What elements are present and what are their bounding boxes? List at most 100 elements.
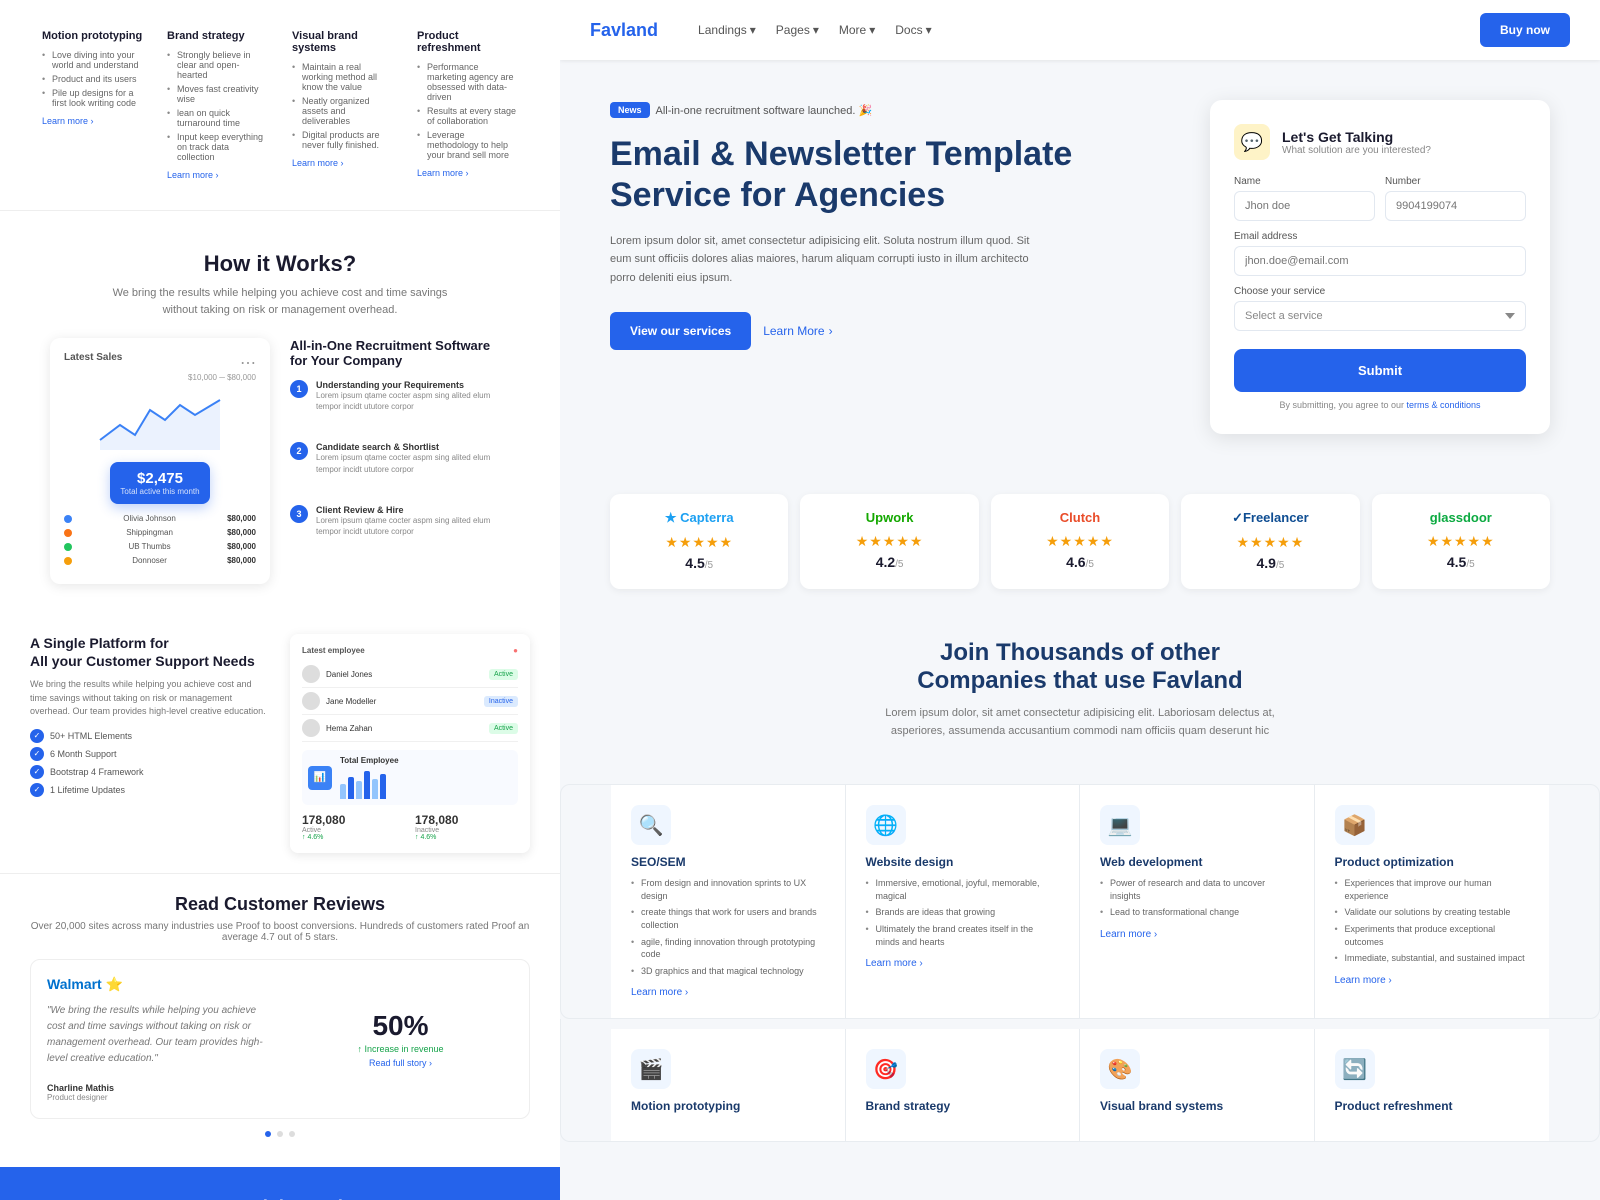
top-services: Motion prototyping Love diving into your… — [0, 0, 560, 211]
nav-docs[interactable]: Docs ▾ — [895, 23, 931, 37]
form-subtitle: What solution are you interested? — [1282, 145, 1431, 156]
chevron-down-icon: ▾ — [750, 23, 756, 37]
number-input[interactable] — [1385, 191, 1526, 221]
service-col-item: Product and its users — [42, 74, 143, 84]
read-full-link[interactable]: Read full story › — [288, 1058, 513, 1068]
dot-1[interactable] — [265, 1131, 271, 1137]
support-desc: We bring the results while helping you a… — [30, 678, 270, 719]
name-label: Name — [1234, 176, 1375, 187]
sales-name: Olivia Johnson — [78, 514, 221, 523]
arrow-icon: › — [829, 324, 833, 338]
step-content: Candidate search & Shortlist Lorem ipsum… — [316, 442, 510, 494]
support-widget: Latest employee ● Daniel Jones Active Ja… — [290, 634, 530, 853]
step-desc: Lorem ipsum qtame cocter aspm sing alite… — [316, 390, 510, 412]
view-services-button[interactable]: View our services — [610, 312, 751, 350]
submit-button[interactable]: Submit — [1234, 349, 1526, 392]
reviewer-name: Charline Mathis — [47, 1083, 272, 1093]
employee-name: Daniel Jones — [326, 670, 483, 679]
reviews-desc: Over 20,000 sites across many industries… — [30, 921, 530, 943]
service-col-title: Motion prototyping — [42, 30, 143, 42]
rating-logo: Upwork — [816, 510, 962, 525]
bottom-services-grid: 🎬 Motion prototyping🎯 Brand strategy🎨 Vi… — [560, 1019, 1600, 1142]
nav-landings[interactable]: Landings ▾ — [698, 23, 756, 37]
step-num: 2 — [290, 442, 308, 460]
email-input[interactable] — [1234, 246, 1526, 276]
service-learn-link[interactable]: Learn more › — [631, 987, 825, 998]
service-col-item: Input keep everything on track data coll… — [167, 132, 268, 162]
learn-more-link[interactable]: Learn more › — [417, 168, 518, 178]
service-col: Product refreshment Performance marketin… — [405, 20, 530, 190]
sales-dot — [64, 543, 72, 551]
rating-card: ✓Freelancer ★★★★★ 4.9/5 — [1181, 494, 1359, 589]
buy-button[interactable]: Buy now — [1480, 13, 1570, 47]
rating-stars: ★★★★★ — [1007, 533, 1153, 550]
step-num: 1 — [290, 380, 308, 398]
right-panel: Favland Landings ▾ Pages ▾ More ▾ Docs ▾… — [560, 0, 1600, 1200]
service-learn-link[interactable]: Learn more › — [1335, 975, 1530, 986]
dot-3[interactable] — [289, 1131, 295, 1137]
sales-item: Olivia Johnson $80,000 — [64, 514, 256, 523]
check-label: 50+ HTML Elements — [50, 731, 132, 741]
nav-more[interactable]: More ▾ — [839, 23, 875, 37]
service-select[interactable]: Select a service Web Design Brand Strate… — [1234, 301, 1526, 331]
learn-more-link[interactable]: Learn more › — [292, 158, 393, 168]
bottom-service-item: 🎯 Brand strategy — [846, 1029, 1081, 1141]
service-col-title: Brand strategy — [167, 30, 268, 42]
sales-name: Donnoser — [78, 556, 221, 565]
step-desc: Lorem ipsum qtame cocter aspm sing alite… — [316, 452, 510, 474]
support-section: A Single Platform forAll your Customer S… — [0, 614, 560, 873]
services-grid: 🔍 SEO/SEM From design and innovation spr… — [560, 784, 1600, 1019]
review-text: "We bring the results while helping you … — [47, 1003, 272, 1067]
learn-more-link[interactable]: Learn More › — [763, 324, 832, 338]
service-learn-link[interactable]: Learn more › — [866, 958, 1060, 969]
service-col-title: Visual brand systems — [292, 30, 393, 54]
number-label: Number — [1385, 176, 1526, 187]
employee-avatar — [302, 719, 320, 737]
sales-name: Shippingman — [78, 528, 221, 537]
recruit-step: 3 Client Review & Hire Lorem ipsum qtame… — [290, 505, 510, 557]
employee-row: Daniel Jones Active — [302, 661, 518, 688]
service-col-item: Digital products are never fully finishe… — [292, 130, 393, 150]
name-input[interactable] — [1234, 191, 1375, 221]
recruit-step: 2 Candidate search & Shortlist Lorem ips… — [290, 442, 510, 494]
service-name: Product optimization — [1335, 855, 1530, 869]
number-field-group: Number — [1385, 176, 1526, 221]
name-number-row: Name Number — [1234, 176, 1526, 221]
learn-more-link[interactable]: Learn more › — [42, 116, 143, 126]
employee-row: Hema Zahan Active — [302, 715, 518, 742]
nav-pages[interactable]: Pages ▾ — [776, 23, 819, 37]
service-name: Product refreshment — [1335, 1099, 1530, 1113]
rating-card: ★ Capterra ★★★★★ 4.5/5 — [610, 494, 788, 589]
service-item: 📦 Product optimization Experiences that … — [1315, 785, 1550, 1018]
check-icon: ✓ — [30, 747, 44, 761]
terms-link[interactable]: terms & conditions — [1407, 400, 1481, 410]
check-item: ✓ 50+ HTML Elements — [30, 729, 270, 743]
logo: Favland — [590, 20, 658, 41]
email-field-group: Email address — [1234, 231, 1526, 276]
chevron-down-icon-4: ▾ — [926, 23, 932, 37]
service-col: Visual brand systems Maintain a real wor… — [280, 20, 405, 190]
how-it-works-desc: We bring the results while helping you a… — [110, 285, 450, 318]
hero-section: News All-in-one recruitment software lau… — [560, 60, 1600, 474]
check-label: 6 Month Support — [50, 749, 117, 759]
dot-2[interactable] — [277, 1131, 283, 1137]
service-learn-link[interactable]: Learn more › — [1100, 929, 1294, 940]
service-bullet: 3D graphics and that magical technology — [631, 965, 825, 978]
news-tag: News — [610, 102, 650, 118]
service-bullet: create things that work for users and br… — [631, 906, 825, 931]
rating-logo: ★ Capterra — [626, 510, 772, 526]
rating-score: 4.5/5 — [1388, 554, 1534, 572]
service-col-item: Performance marketing agency are obsesse… — [417, 62, 518, 102]
service-bullet: Immediate, substantial, and sustained im… — [1335, 952, 1530, 965]
increase-label: ↑ Increase in revenue — [288, 1044, 513, 1054]
employee-list: Daniel Jones Active Jane Modeller Inacti… — [302, 661, 518, 742]
learn-more-link[interactable]: Learn more › — [167, 170, 268, 180]
service-item: 🔍 SEO/SEM From design and innovation spr… — [611, 785, 846, 1018]
service-name: Motion prototyping — [631, 1099, 825, 1113]
rating-score: 4.6/5 — [1007, 554, 1153, 572]
more-icon[interactable]: ⋯ — [240, 353, 256, 373]
rating-card: Upwork ★★★★★ 4.2/5 — [800, 494, 978, 589]
navbar: Favland Landings ▾ Pages ▾ More ▾ Docs ▾… — [560, 0, 1600, 60]
bottom-service-item: 🎨 Visual brand systems — [1080, 1029, 1315, 1141]
walmart-logo: Walmart ⭐ — [47, 976, 272, 993]
